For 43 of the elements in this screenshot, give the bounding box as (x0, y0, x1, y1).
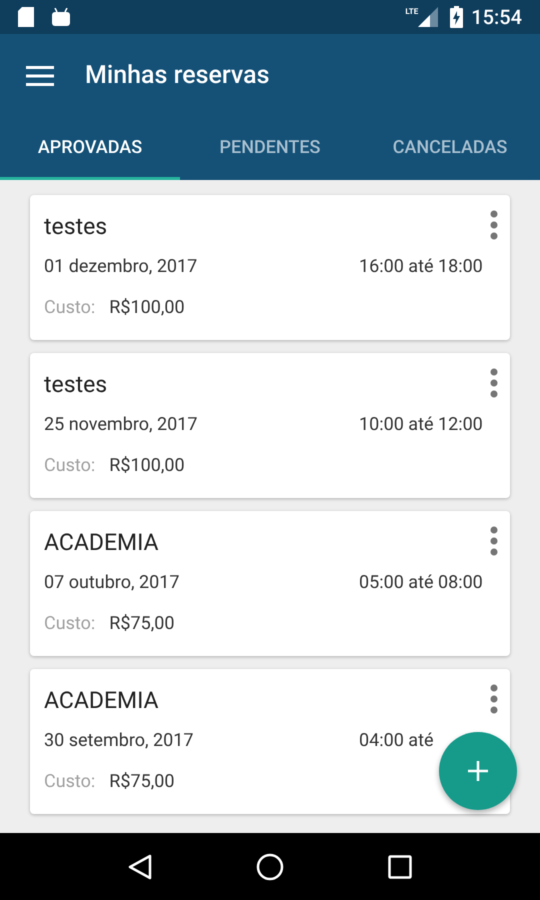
cost-value: R$100,00 (109, 455, 185, 477)
reservation-time: 16:00 até 18:00 (359, 256, 483, 278)
tab[interactable]: PENDENTES (180, 118, 360, 180)
screen-title: Minhas reservas (85, 60, 270, 92)
cost-value: R$75,00 (109, 613, 174, 635)
home-icon[interactable] (256, 852, 284, 880)
reservation-time: 05:00 até 08:00 (359, 572, 483, 594)
cost-label: Custo: (44, 297, 96, 319)
reservation-card[interactable]: ACADEMIA 07 outubro, 2017 05:00 até 08:00 Custo: R$75,00 (30, 511, 510, 656)
reservation-title: testes (44, 371, 108, 399)
more-options-icon[interactable] (490, 526, 498, 556)
reservation-title: ACADEMIA (44, 687, 159, 715)
back-icon[interactable] (128, 854, 152, 880)
battery-charging-icon (450, 6, 464, 28)
sd-card-icon (18, 7, 34, 27)
tab[interactable]: APROVADAS (0, 118, 180, 180)
robot-icon (52, 8, 70, 26)
reservation-date: 25 novembro, 2017 (44, 414, 198, 436)
menu-icon[interactable] (26, 66, 54, 86)
reservation-card[interactable]: testes 01 dezembro, 2017 16:00 até 18:00 Custo: R$100,00 (30, 195, 510, 340)
cost-value: R$75,00 (109, 771, 174, 793)
reservation-time: 04:00 até (359, 730, 434, 752)
reservation-date: 07 outubro, 2017 (44, 572, 180, 594)
status-time: 15:54 (471, 4, 522, 31)
cost-label: Custo: (44, 455, 96, 477)
tab[interactable]: CANCELADAS (360, 118, 540, 180)
network-type: LTE (405, 6, 418, 18)
cost-label: Custo: (44, 613, 96, 635)
reservation-title: ACADEMIA (44, 529, 159, 557)
recents-icon[interactable] (388, 854, 412, 878)
reservation-card[interactable]: ACADEMIA 30 setembro, 2017 04:00 até Custo: R$75,00 (30, 669, 510, 814)
more-options-icon[interactable] (490, 368, 498, 398)
more-options-icon[interactable] (490, 210, 498, 240)
plus-icon (468, 761, 488, 781)
reservation-date: 30 setembro, 2017 (44, 730, 194, 752)
more-options-icon[interactable] (490, 684, 498, 714)
reservation-date: 01 dezembro, 2017 (44, 256, 198, 278)
cost-label: Custo: (44, 771, 96, 793)
reservation-card[interactable]: testes 25 novembro, 2017 10:00 até 12:00 Custo: R$100,00 (30, 353, 510, 498)
cost-value: R$100,00 (109, 297, 185, 319)
reservation-time: 10:00 até 12:00 (359, 414, 483, 436)
signal-icon (418, 7, 438, 27)
reservation-title: testes (44, 213, 108, 241)
